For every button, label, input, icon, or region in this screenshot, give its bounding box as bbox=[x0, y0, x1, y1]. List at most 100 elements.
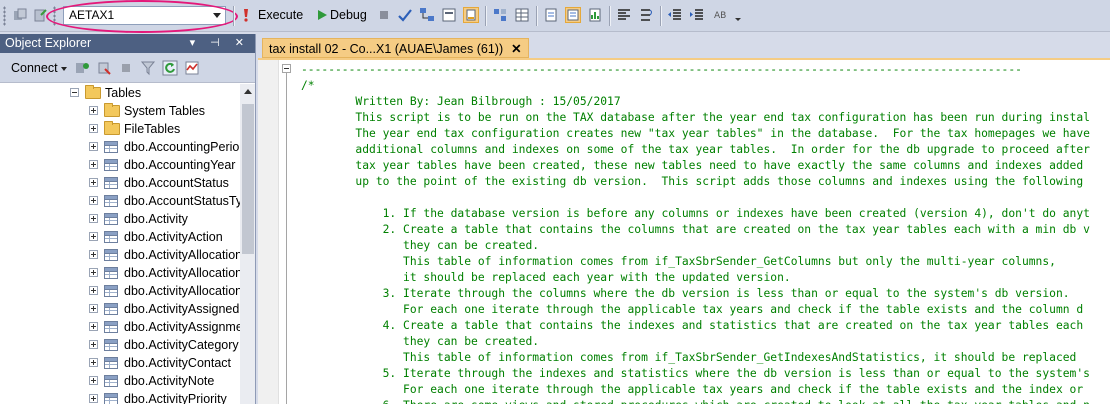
tree-folder-node[interactable]: FileTables bbox=[0, 120, 240, 138]
table-icon bbox=[104, 339, 118, 351]
tree-folder-node[interactable]: Tables bbox=[0, 84, 240, 102]
expand-icon[interactable] bbox=[89, 232, 98, 241]
tree-scrollbar[interactable] bbox=[240, 84, 255, 404]
outline-guide bbox=[286, 72, 287, 404]
results-to-text-icon[interactable] bbox=[492, 7, 508, 23]
tab-label: tax install 02 - Co...X1 (AUAE\James (61… bbox=[269, 42, 504, 56]
tree-table-node[interactable]: dbo.ActivityContact bbox=[0, 354, 240, 372]
stop-icon[interactable] bbox=[376, 7, 392, 23]
connect-icon[interactable] bbox=[12, 7, 28, 23]
toolbar-grip[interactable] bbox=[3, 6, 6, 26]
include-plan-icon[interactable] bbox=[565, 7, 581, 23]
code-line: This script is to be run on the TAX data… bbox=[301, 111, 1090, 124]
decrease-indent-icon[interactable] bbox=[667, 7, 683, 23]
code-line: 6. There are some views and stored proce… bbox=[301, 398, 1090, 404]
tree-table-node[interactable]: dbo.ActivityAllocation bbox=[0, 282, 243, 300]
expand-icon[interactable] bbox=[89, 250, 98, 259]
expand-icon[interactable] bbox=[89, 106, 98, 115]
scrollbar-thumb[interactable] bbox=[242, 104, 254, 254]
expand-icon[interactable] bbox=[89, 160, 98, 169]
expand-icon[interactable] bbox=[89, 376, 98, 385]
toolbar-separator bbox=[660, 6, 661, 26]
table-icon bbox=[104, 303, 118, 315]
intellisense-icon[interactable] bbox=[463, 7, 479, 23]
debug-button[interactable]: Debug bbox=[330, 8, 367, 22]
expand-icon[interactable] bbox=[89, 268, 98, 277]
table-icon bbox=[104, 213, 118, 225]
connect-object-icon[interactable] bbox=[74, 60, 90, 76]
refresh-icon[interactable] bbox=[162, 60, 178, 76]
tree-table-node[interactable]: dbo.ActivityNote bbox=[0, 372, 240, 390]
connect-button[interactable]: Connect bbox=[11, 61, 67, 75]
expand-icon[interactable] bbox=[89, 322, 98, 331]
parse-check-icon[interactable] bbox=[397, 7, 413, 23]
expand-icon[interactable] bbox=[89, 196, 98, 205]
object-tree: Tables System Tables FileTables dbo.Account… bbox=[0, 84, 243, 404]
code-editor[interactable]: ----------------------------------------… bbox=[258, 60, 1110, 404]
tree-table-node[interactable]: dbo.ActivityAssigned bbox=[0, 300, 240, 318]
code-line: additional columns and indexes on some o… bbox=[301, 143, 1090, 156]
expand-icon[interactable] bbox=[89, 286, 98, 295]
database-dropdown[interactable]: AETAX1 bbox=[63, 6, 226, 25]
disconnect-icon[interactable] bbox=[32, 7, 48, 23]
execute-button[interactable]: Execute bbox=[258, 8, 303, 22]
tree-table-node[interactable]: dbo.AccountStatus bbox=[0, 174, 240, 192]
specify-values-icon[interactable]: AB bbox=[713, 7, 729, 23]
increase-indent-icon[interactable] bbox=[689, 7, 705, 23]
expand-icon[interactable] bbox=[89, 394, 98, 403]
execute-icon[interactable] bbox=[238, 7, 254, 23]
query-designer-icon[interactable] bbox=[441, 7, 457, 23]
tree-table-node[interactable]: dbo.ActivityAllocation bbox=[0, 264, 242, 282]
folder-icon bbox=[85, 85, 101, 99]
code-line: it should be replaced each year with the… bbox=[301, 271, 791, 284]
tree-folder-node[interactable]: System Tables bbox=[0, 102, 240, 120]
results-to-file-icon[interactable] bbox=[543, 7, 559, 23]
code-line: they can be created. bbox=[301, 335, 540, 348]
filter-icon[interactable] bbox=[140, 60, 156, 76]
toolbar-grip[interactable] bbox=[53, 6, 56, 26]
expand-icon[interactable] bbox=[89, 358, 98, 367]
activity-monitor-icon[interactable] bbox=[184, 60, 200, 76]
tab-query-document[interactable]: tax install 02 - Co...X1 (AUAE\James (61… bbox=[262, 38, 529, 58]
code-line: tax year tables have been created, these… bbox=[301, 159, 1084, 172]
svg-text:AB: AB bbox=[714, 11, 726, 21]
tree-table-node[interactable]: dbo.ActivityAction bbox=[0, 228, 240, 246]
scroll-up-icon[interactable] bbox=[244, 89, 252, 94]
expand-icon[interactable] bbox=[89, 304, 98, 313]
collapse-icon[interactable] bbox=[70, 88, 79, 97]
chevron-down-icon[interactable] bbox=[213, 13, 221, 18]
expand-icon[interactable] bbox=[89, 214, 98, 223]
toolbar-overflow-icon[interactable] bbox=[733, 7, 743, 23]
comment-icon[interactable] bbox=[616, 7, 632, 23]
tree-table-node[interactable]: dbo.ActivityAllocation bbox=[0, 246, 242, 264]
tree-node-label: dbo.AccountingYear bbox=[124, 158, 236, 172]
uncomment-icon[interactable] bbox=[638, 7, 654, 23]
stop-icon[interactable] bbox=[118, 60, 134, 76]
table-icon bbox=[104, 195, 118, 207]
tree-table-node[interactable]: dbo.Activity bbox=[0, 210, 240, 228]
tree-table-node[interactable]: dbo.ActivityPriority bbox=[0, 390, 240, 404]
tree-table-node[interactable]: dbo.ActivityAssignme bbox=[0, 318, 243, 336]
results-to-grid-icon[interactable] bbox=[514, 7, 530, 23]
tree-table-node[interactable]: dbo.ActivityCategory bbox=[0, 336, 240, 354]
tree-node-label: dbo.ActivityAllocation bbox=[124, 284, 243, 298]
expand-icon[interactable] bbox=[89, 142, 98, 151]
expand-icon[interactable] bbox=[89, 124, 98, 133]
expand-icon[interactable] bbox=[89, 178, 98, 187]
display-plan-icon[interactable] bbox=[419, 7, 435, 23]
panel-window-controls[interactable]: ▾ ⊣ ✕ bbox=[190, 34, 250, 53]
disconnect-object-icon[interactable] bbox=[96, 60, 112, 76]
table-icon bbox=[104, 249, 118, 261]
expand-icon[interactable] bbox=[89, 340, 98, 349]
code-line: up to the point of the existing db versi… bbox=[301, 175, 1084, 188]
table-icon bbox=[104, 267, 118, 279]
client-statistics-icon[interactable] bbox=[587, 7, 603, 23]
chevron-down-icon bbox=[60, 66, 67, 71]
tree-table-node[interactable]: dbo.AccountStatusTy bbox=[0, 192, 242, 210]
code-text[interactable]: ----------------------------------------… bbox=[301, 60, 1110, 404]
code-line: 2. Create a table that contains the colu… bbox=[301, 223, 1090, 236]
tree-table-node[interactable]: dbo.AccountingYear bbox=[0, 156, 240, 174]
debug-icon[interactable] bbox=[314, 7, 330, 23]
close-icon[interactable]: ✕ bbox=[511, 42, 521, 56]
tree-table-node[interactable]: dbo.AccountingPerio bbox=[0, 138, 240, 156]
